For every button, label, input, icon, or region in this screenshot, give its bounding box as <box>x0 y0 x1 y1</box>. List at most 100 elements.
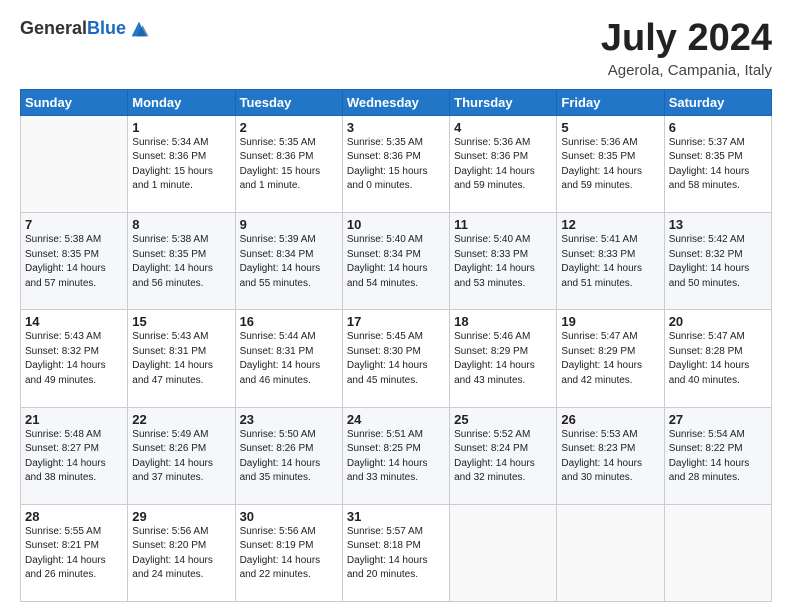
calendar-table: Sunday Monday Tuesday Wednesday Thursday… <box>20 89 772 602</box>
cell-sun-info: Sunrise: 5:52 AM Sunset: 8:24 PM Dayligh… <box>454 428 552 486</box>
cell-sun-info: Sunrise: 5:47 AM Sunset: 8:29 PM Dayligh… <box>561 330 659 388</box>
day-number: 2 <box>240 120 338 135</box>
day-number: 24 <box>347 412 445 427</box>
day-number: 22 <box>132 412 230 427</box>
cell-sun-info: Sunrise: 5:50 AM Sunset: 8:26 PM Dayligh… <box>240 428 338 486</box>
calendar-cell-w3-d6: 27Sunrise: 5:54 AM Sunset: 8:22 PM Dayli… <box>664 407 771 504</box>
day-number: 21 <box>25 412 123 427</box>
day-number: 4 <box>454 120 552 135</box>
calendar-cell-w0-d5: 5Sunrise: 5:36 AM Sunset: 8:35 PM Daylig… <box>557 115 664 212</box>
logo-icon <box>128 18 150 40</box>
day-number: 30 <box>240 509 338 524</box>
calendar-cell-w4-d2: 30Sunrise: 5:56 AM Sunset: 8:19 PM Dayli… <box>235 504 342 601</box>
day-number: 5 <box>561 120 659 135</box>
logo-text-block: GeneralBlue <box>20 18 150 40</box>
calendar-cell-w1-d5: 12Sunrise: 5:41 AM Sunset: 8:33 PM Dayli… <box>557 213 664 310</box>
week-row-1: 7Sunrise: 5:38 AM Sunset: 8:35 PM Daylig… <box>21 213 772 310</box>
calendar-cell-w0-d2: 2Sunrise: 5:35 AM Sunset: 8:36 PM Daylig… <box>235 115 342 212</box>
day-number: 6 <box>669 120 767 135</box>
day-number: 20 <box>669 314 767 329</box>
header-wednesday: Wednesday <box>342 89 449 115</box>
header: GeneralBlue July 2024 Agerola, Campania,… <box>20 18 772 79</box>
calendar-cell-w4-d6 <box>664 504 771 601</box>
cell-sun-info: Sunrise: 5:45 AM Sunset: 8:30 PM Dayligh… <box>347 330 445 388</box>
title-block: July 2024 Agerola, Campania, Italy <box>601 18 772 79</box>
calendar-cell-w3-d3: 24Sunrise: 5:51 AM Sunset: 8:25 PM Dayli… <box>342 407 449 504</box>
cell-sun-info: Sunrise: 5:35 AM Sunset: 8:36 PM Dayligh… <box>347 136 445 194</box>
day-number: 31 <box>347 509 445 524</box>
calendar-cell-w0-d6: 6Sunrise: 5:37 AM Sunset: 8:35 PM Daylig… <box>664 115 771 212</box>
day-number: 28 <box>25 509 123 524</box>
cell-sun-info: Sunrise: 5:38 AM Sunset: 8:35 PM Dayligh… <box>25 233 123 291</box>
day-number: 26 <box>561 412 659 427</box>
day-number: 8 <box>132 217 230 232</box>
header-saturday: Saturday <box>664 89 771 115</box>
cell-sun-info: Sunrise: 5:53 AM Sunset: 8:23 PM Dayligh… <box>561 428 659 486</box>
logo-general: General <box>20 18 87 38</box>
day-number: 19 <box>561 314 659 329</box>
calendar-cell-w1-d1: 8Sunrise: 5:38 AM Sunset: 8:35 PM Daylig… <box>128 213 235 310</box>
cell-sun-info: Sunrise: 5:43 AM Sunset: 8:31 PM Dayligh… <box>132 330 230 388</box>
cell-sun-info: Sunrise: 5:57 AM Sunset: 8:18 PM Dayligh… <box>347 525 445 583</box>
main-title: July 2024 <box>601 18 772 60</box>
day-number: 3 <box>347 120 445 135</box>
week-row-0: 1Sunrise: 5:34 AM Sunset: 8:36 PM Daylig… <box>21 115 772 212</box>
header-monday: Monday <box>128 89 235 115</box>
day-number: 27 <box>669 412 767 427</box>
calendar-cell-w4-d1: 29Sunrise: 5:56 AM Sunset: 8:20 PM Dayli… <box>128 504 235 601</box>
day-number: 17 <box>347 314 445 329</box>
calendar-cell-w4-d0: 28Sunrise: 5:55 AM Sunset: 8:21 PM Dayli… <box>21 504 128 601</box>
day-number: 29 <box>132 509 230 524</box>
calendar-cell-w1-d6: 13Sunrise: 5:42 AM Sunset: 8:32 PM Dayli… <box>664 213 771 310</box>
cell-sun-info: Sunrise: 5:38 AM Sunset: 8:35 PM Dayligh… <box>132 233 230 291</box>
cell-sun-info: Sunrise: 5:34 AM Sunset: 8:36 PM Dayligh… <box>132 136 230 194</box>
day-number: 18 <box>454 314 552 329</box>
logo: GeneralBlue <box>20 18 150 40</box>
header-sunday: Sunday <box>21 89 128 115</box>
header-friday: Friday <box>557 89 664 115</box>
calendar-cell-w2-d1: 15Sunrise: 5:43 AM Sunset: 8:31 PM Dayli… <box>128 310 235 407</box>
day-number: 11 <box>454 217 552 232</box>
subtitle: Agerola, Campania, Italy <box>601 62 772 79</box>
cell-sun-info: Sunrise: 5:40 AM Sunset: 8:33 PM Dayligh… <box>454 233 552 291</box>
calendar-cell-w2-d0: 14Sunrise: 5:43 AM Sunset: 8:32 PM Dayli… <box>21 310 128 407</box>
cell-sun-info: Sunrise: 5:36 AM Sunset: 8:35 PM Dayligh… <box>561 136 659 194</box>
calendar-cell-w1-d3: 10Sunrise: 5:40 AM Sunset: 8:34 PM Dayli… <box>342 213 449 310</box>
cell-sun-info: Sunrise: 5:51 AM Sunset: 8:25 PM Dayligh… <box>347 428 445 486</box>
day-number: 12 <box>561 217 659 232</box>
week-row-3: 21Sunrise: 5:48 AM Sunset: 8:27 PM Dayli… <box>21 407 772 504</box>
header-thursday: Thursday <box>450 89 557 115</box>
page: GeneralBlue July 2024 Agerola, Campania,… <box>0 0 792 612</box>
day-number: 1 <box>132 120 230 135</box>
cell-sun-info: Sunrise: 5:43 AM Sunset: 8:32 PM Dayligh… <box>25 330 123 388</box>
day-number: 9 <box>240 217 338 232</box>
cell-sun-info: Sunrise: 5:55 AM Sunset: 8:21 PM Dayligh… <box>25 525 123 583</box>
calendar-cell-w3-d1: 22Sunrise: 5:49 AM Sunset: 8:26 PM Dayli… <box>128 407 235 504</box>
calendar-cell-w4-d4 <box>450 504 557 601</box>
cell-sun-info: Sunrise: 5:49 AM Sunset: 8:26 PM Dayligh… <box>132 428 230 486</box>
cell-sun-info: Sunrise: 5:56 AM Sunset: 8:19 PM Dayligh… <box>240 525 338 583</box>
day-number: 15 <box>132 314 230 329</box>
cell-sun-info: Sunrise: 5:39 AM Sunset: 8:34 PM Dayligh… <box>240 233 338 291</box>
cell-sun-info: Sunrise: 5:37 AM Sunset: 8:35 PM Dayligh… <box>669 136 767 194</box>
calendar-cell-w0-d3: 3Sunrise: 5:35 AM Sunset: 8:36 PM Daylig… <box>342 115 449 212</box>
calendar-cell-w2-d6: 20Sunrise: 5:47 AM Sunset: 8:28 PM Dayli… <box>664 310 771 407</box>
calendar-cell-w1-d4: 11Sunrise: 5:40 AM Sunset: 8:33 PM Dayli… <box>450 213 557 310</box>
calendar-cell-w3-d0: 21Sunrise: 5:48 AM Sunset: 8:27 PM Dayli… <box>21 407 128 504</box>
week-row-2: 14Sunrise: 5:43 AM Sunset: 8:32 PM Dayli… <box>21 310 772 407</box>
header-tuesday: Tuesday <box>235 89 342 115</box>
calendar-cell-w0-d1: 1Sunrise: 5:34 AM Sunset: 8:36 PM Daylig… <box>128 115 235 212</box>
calendar-cell-w1-d0: 7Sunrise: 5:38 AM Sunset: 8:35 PM Daylig… <box>21 213 128 310</box>
cell-sun-info: Sunrise: 5:47 AM Sunset: 8:28 PM Dayligh… <box>669 330 767 388</box>
calendar-cell-w2-d3: 17Sunrise: 5:45 AM Sunset: 8:30 PM Dayli… <box>342 310 449 407</box>
week-row-4: 28Sunrise: 5:55 AM Sunset: 8:21 PM Dayli… <box>21 504 772 601</box>
cell-sun-info: Sunrise: 5:44 AM Sunset: 8:31 PM Dayligh… <box>240 330 338 388</box>
calendar-cell-w1-d2: 9Sunrise: 5:39 AM Sunset: 8:34 PM Daylig… <box>235 213 342 310</box>
calendar-cell-w3-d5: 26Sunrise: 5:53 AM Sunset: 8:23 PM Dayli… <box>557 407 664 504</box>
cell-sun-info: Sunrise: 5:46 AM Sunset: 8:29 PM Dayligh… <box>454 330 552 388</box>
cell-sun-info: Sunrise: 5:36 AM Sunset: 8:36 PM Dayligh… <box>454 136 552 194</box>
calendar-cell-w0-d4: 4Sunrise: 5:36 AM Sunset: 8:36 PM Daylig… <box>450 115 557 212</box>
day-number: 7 <box>25 217 123 232</box>
day-number: 10 <box>347 217 445 232</box>
day-number: 13 <box>669 217 767 232</box>
